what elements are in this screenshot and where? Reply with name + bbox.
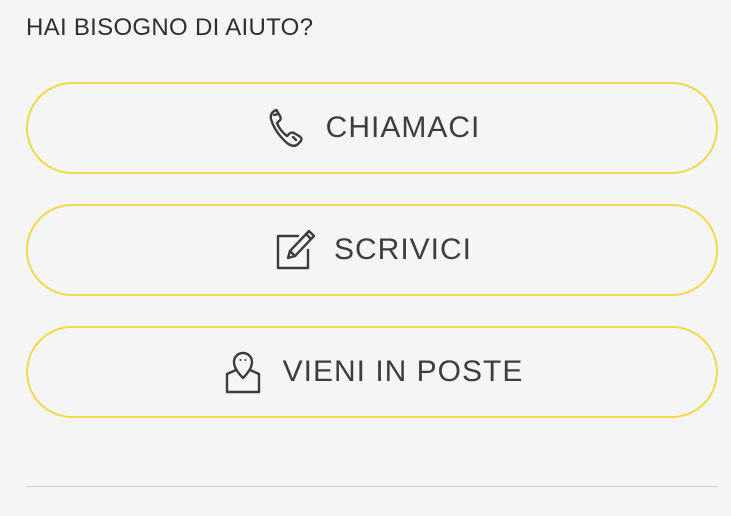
visit-post-office-label: VIENI IN POSTE (282, 355, 524, 388)
call-us-label: CHIAMACI (325, 111, 481, 144)
help-title: HAI BISOGNO DI AIUTO? (26, 14, 314, 41)
edit-icon (272, 226, 316, 274)
location-pin-icon (221, 348, 265, 396)
write-us-label: SCRIVICI (333, 233, 473, 266)
divider (26, 486, 718, 487)
call-us-button[interactable]: CHIAMACI (26, 82, 718, 174)
phone-icon (264, 104, 308, 152)
write-us-button[interactable]: SCRIVICI (26, 204, 718, 296)
visit-post-office-button[interactable]: VIENI IN POSTE (26, 326, 718, 418)
